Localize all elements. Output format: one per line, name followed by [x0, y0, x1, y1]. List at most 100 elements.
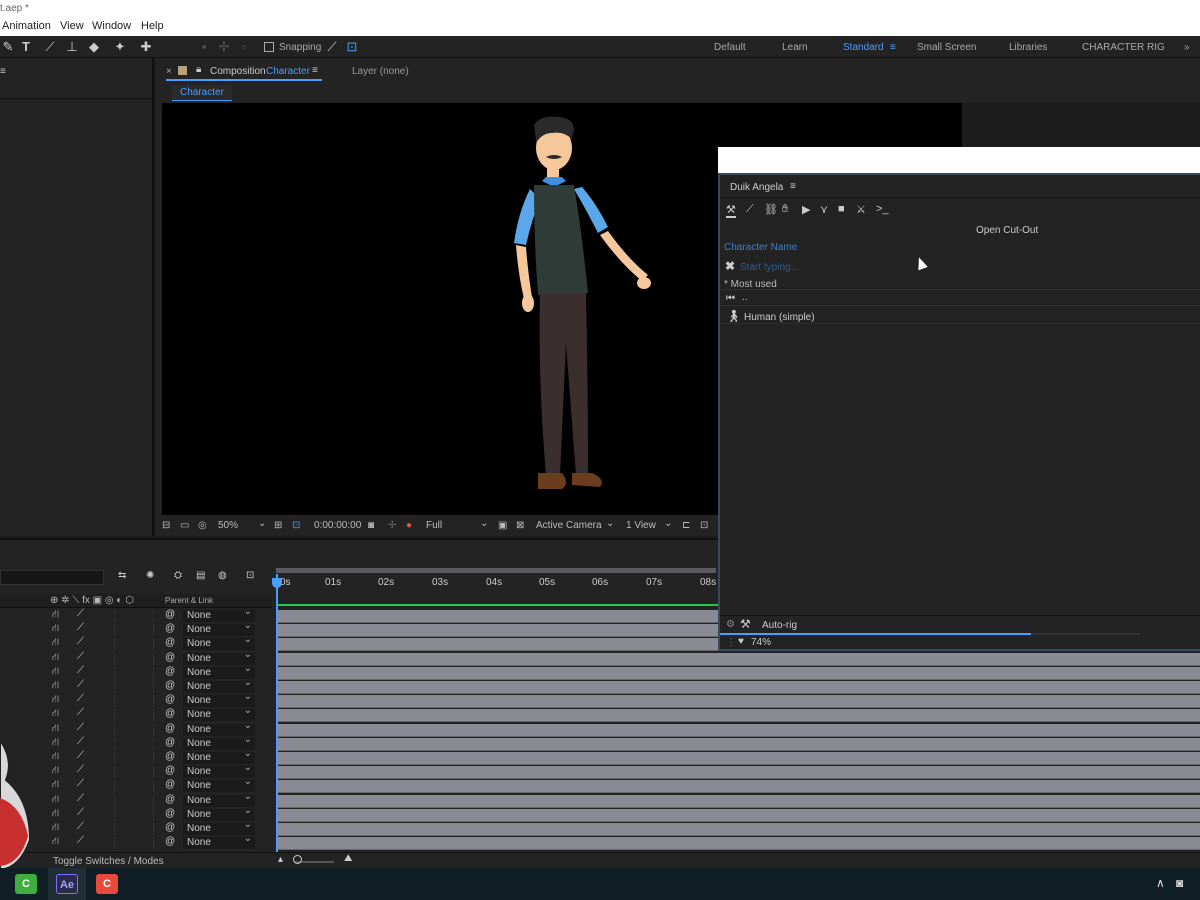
layer-switch-boxes[interactable] — [114, 723, 154, 736]
zoom-out-icon[interactable]: ▴ — [278, 854, 283, 865]
pick-whip-icon[interactable]: @ — [165, 623, 175, 634]
work-area-line[interactable] — [278, 604, 718, 606]
transparency-grid-icon[interactable]: ▣ — [498, 520, 507, 531]
always-preview-icon[interactable]: ⊟ — [162, 520, 170, 531]
pick-whip-icon[interactable]: @ — [165, 637, 175, 648]
layer-search-input[interactable] — [0, 570, 104, 585]
region-icon[interactable]: ⊡ — [292, 520, 300, 531]
anchor-icon[interactable]: ⛙ — [52, 652, 59, 665]
layer-duration-bar[interactable] — [278, 723, 1200, 737]
toggle-switches-modes-button[interactable]: Toggle Switches / Modes — [53, 856, 164, 867]
views-chevron-icon[interactable]: ⌄ — [664, 518, 672, 529]
layer-switch-boxes[interactable] — [114, 794, 154, 807]
layer-switch-boxes[interactable] — [114, 766, 154, 779]
pick-whip-icon[interactable]: @ — [165, 751, 175, 762]
layer-duration-bar[interactable] — [278, 709, 1200, 723]
rigging-tab-icon[interactable]: ⚒ — [726, 203, 736, 218]
settings-gear-icon[interactable]: ⚙ — [726, 619, 735, 630]
show-snapshot-icon[interactable]: ✢ — [388, 520, 396, 531]
layer-duration-bar[interactable] — [278, 837, 1200, 851]
layer-row[interactable]: ⛙ ⟋ @ None — [0, 620, 272, 637]
playhead-handle[interactable] — [272, 578, 282, 588]
fit-icon[interactable]: ⊞ — [274, 520, 282, 531]
autorig-button[interactable]: Auto-rig — [762, 620, 797, 631]
snapshot-icon[interactable]: ◙ — [368, 520, 374, 531]
anchor-icon[interactable]: ⛙ — [52, 623, 59, 636]
color-channels-icon[interactable]: ● — [406, 520, 412, 531]
drag-handle-icon[interactable]: ⋮ — [726, 637, 736, 648]
frame-blend-icon[interactable]: ▤ — [196, 570, 205, 581]
comp-mini-flowchart-icon[interactable]: ⇆ — [118, 570, 126, 581]
pick-whip-icon[interactable]: @ — [165, 779, 175, 790]
workspace-learn[interactable]: Learn — [782, 42, 808, 53]
snapping-checkbox[interactable] — [264, 42, 274, 52]
layer-row[interactable]: ⛙ ⟋ @ None — [0, 833, 272, 850]
magic-wand-icon[interactable]: ⚒ — [740, 617, 751, 631]
quality-switch-icon[interactable]: ⟋ — [77, 707, 84, 718]
layer-row[interactable]: ⛙ ⟋ @ None — [0, 734, 272, 751]
layer-row[interactable]: ⛙ ⟋ @ None — [0, 748, 272, 765]
character-search-input[interactable]: Start typing... — [740, 262, 1040, 273]
puppet-pin-icon[interactable]: ✚ — [138, 39, 154, 55]
quality-switch-icon[interactable]: ⟋ — [77, 693, 84, 704]
layer-switch-boxes[interactable] — [114, 737, 154, 750]
views-dropdown[interactable]: 1 View — [626, 520, 656, 531]
pick-whip-icon[interactable]: @ — [165, 680, 175, 691]
menu-animation[interactable]: Animation — [2, 20, 51, 32]
workspace-libraries[interactable]: Libraries — [1009, 42, 1047, 53]
layer-duration-bar[interactable] — [278, 666, 1200, 680]
quality-switch-icon[interactable]: ⟋ — [77, 651, 84, 662]
zoom-chevron-icon[interactable]: ⌄ — [258, 518, 266, 529]
zoom-slider-thumb[interactable] — [293, 855, 302, 864]
clone-stamp-icon[interactable]: ⊥ — [64, 39, 80, 55]
anchor-icon[interactable]: ⛙ — [52, 609, 59, 622]
pick-whip-icon[interactable]: @ — [165, 694, 175, 705]
layer-duration-bar[interactable] — [278, 752, 1200, 765]
anchor-icon[interactable]: ⛙ — [52, 708, 59, 721]
lock-icon[interactable]: 🔒︎ — [196, 64, 201, 75]
play-tab-icon[interactable]: ▶ — [802, 203, 810, 216]
fast-preview-icon[interactable]: ⊡ — [700, 520, 708, 531]
anchor-icon[interactable]: ⛙ — [52, 794, 59, 807]
anchor-icon[interactable]: ⛙ — [52, 680, 59, 693]
pick-whip-icon[interactable]: @ — [165, 723, 175, 734]
layer-row[interactable]: ⛙ ⟋ @ None — [0, 762, 272, 779]
workspace-menu-icon[interactable]: ≡ — [890, 42, 896, 53]
layer-row[interactable]: ⛙ ⟋ @ None — [0, 791, 272, 808]
workspace-small-screen[interactable]: Small Screen — [917, 42, 976, 53]
work-area-bar[interactable] — [276, 568, 716, 573]
tools-tab-icon[interactable]: ⚔ — [856, 203, 866, 216]
anchor-icon[interactable]: ⛙ — [52, 694, 59, 707]
tray-chevron-icon[interactable]: ∧ — [1156, 876, 1165, 890]
back-icon[interactable]: ⏮ — [726, 293, 735, 304]
layer-tab[interactable]: Layer (none) — [352, 66, 409, 77]
quality-switch-icon[interactable]: ⟋ — [77, 622, 84, 633]
layer-row[interactable]: ⛙ ⟋ @ None — [0, 720, 272, 737]
workspace-default[interactable]: Default — [714, 42, 746, 53]
duik-menu-icon[interactable]: ≡ — [790, 181, 796, 192]
comp-breadcrumb[interactable]: Character — [172, 85, 232, 101]
layer-duration-bar[interactable] — [278, 780, 1200, 794]
camtasia-app-icon[interactable]: C — [15, 874, 37, 894]
layer-switch-boxes[interactable] — [114, 624, 154, 637]
camera-dropdown[interactable]: Active Camera — [536, 520, 602, 531]
more-workspaces-icon[interactable]: » — [1184, 42, 1190, 53]
layer-row[interactable]: ⛙ ⟋ @ None — [0, 634, 272, 651]
anchor-icon[interactable]: ⛙ — [52, 779, 59, 792]
camera-chevron-icon[interactable]: ⌄ — [606, 518, 614, 529]
pen-tool-icon[interactable]: ✎ — [0, 39, 16, 55]
shy-icon[interactable]: ⛭ — [174, 570, 182, 581]
quality-switch-icon[interactable]: ⟋ — [77, 665, 84, 676]
layer-switch-boxes[interactable] — [114, 709, 154, 722]
anchor-icon[interactable]: ⛙ — [52, 723, 59, 736]
resolution-chevron-icon[interactable]: ⌄ — [480, 518, 488, 529]
zoom-dropdown[interactable]: 50% — [218, 520, 238, 531]
tray-camera-icon[interactable]: ◙ — [1176, 876, 1183, 890]
anchor-icon[interactable]: ⛙ — [52, 808, 59, 821]
menu-view[interactable]: View — [60, 20, 84, 32]
quality-switch-icon[interactable]: ⟋ — [77, 835, 84, 846]
comp-tab-name[interactable]: Character — [266, 66, 310, 77]
anchor-icon[interactable]: ⛙ — [52, 666, 59, 679]
pick-whip-icon[interactable]: @ — [165, 652, 175, 663]
layer-duration-bar[interactable] — [278, 766, 1200, 780]
